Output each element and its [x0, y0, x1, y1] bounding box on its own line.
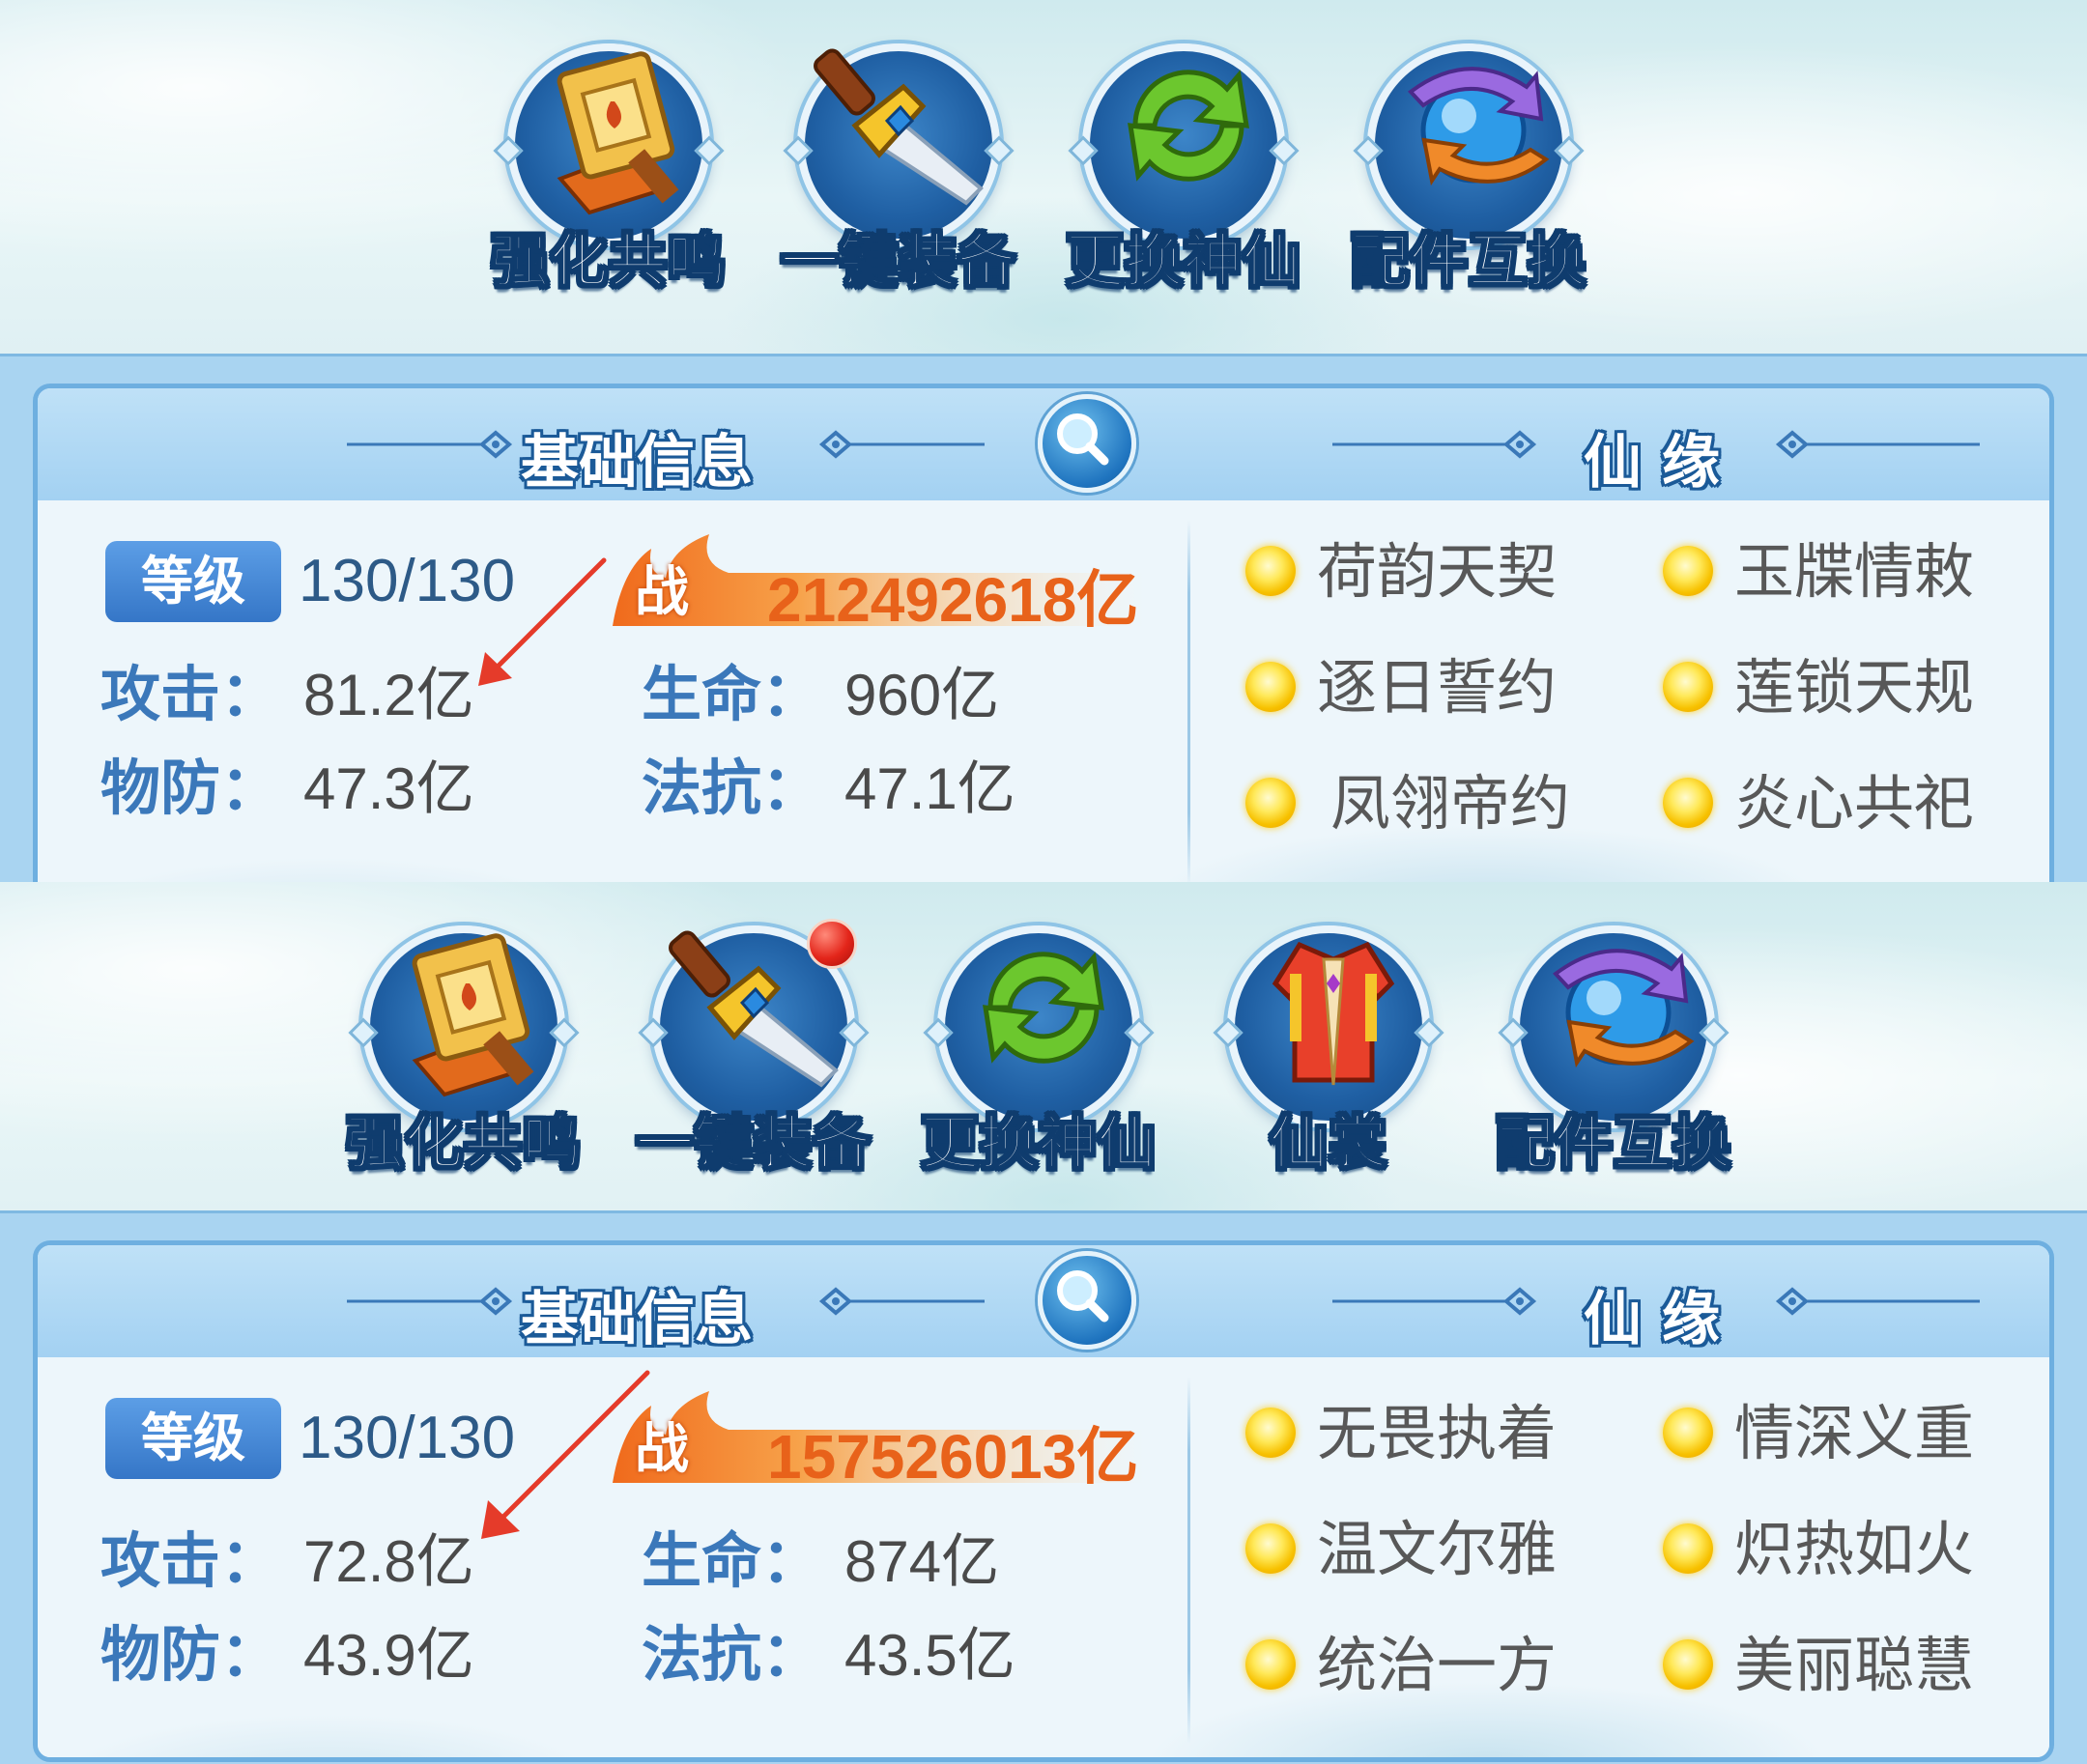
bond-item[interactable]: 玉牒情敕 — [1663, 534, 2030, 612]
combat-power: 战 157526013亿 — [608, 1386, 1149, 1493]
magic-resist-label: 法抗： — [642, 753, 822, 823]
toolbar: 强化共鸣 一键装备 更换神仙 — [0, 0, 2087, 348]
accessory-swap-button[interactable]: 配件互换 — [1483, 911, 1744, 1191]
info-panel: 基础信息 仙 缘 — [0, 1210, 2087, 1764]
left-ornament-icon — [1332, 1287, 1537, 1316]
basic-info-title: 基础信息 — [521, 429, 753, 497]
bond-item[interactable]: 荷韵天契 — [1245, 534, 1613, 612]
bond-item[interactable]: 逐日誓约 — [1245, 650, 1613, 727]
basic-info-title: 基础信息 — [521, 1286, 753, 1353]
accessory-swap-button[interactable]: 配件互换 — [1338, 29, 1599, 309]
search-icon — [1057, 1270, 1109, 1323]
search-button[interactable] — [1038, 1251, 1136, 1350]
strengthen-resonance-button[interactable]: 强化共鸣 — [478, 29, 739, 309]
bond-item[interactable]: 炎心共祀 — [1663, 766, 2030, 843]
one-click-equip-button[interactable]: 一键装备 — [623, 911, 884, 1191]
bond-orb-icon — [1245, 1639, 1296, 1690]
combat-power: 战 212492618亿 — [608, 529, 1149, 636]
physical-defense-label: 物防： — [100, 1619, 281, 1690]
bond-item[interactable]: 炽热如火 — [1663, 1512, 2030, 1589]
physical-defense-value: 43.9亿 — [303, 1623, 474, 1688]
bond-item[interactable]: 统治一方 — [1245, 1628, 1613, 1705]
info-panel: 基础信息 仙 缘 — [0, 354, 2087, 882]
bond-item[interactable]: 情深义重 — [1663, 1396, 2030, 1473]
change-immortal-button[interactable]: 更换神仙 — [1053, 29, 1314, 309]
power-value: 157526013亿 — [767, 1422, 1139, 1492]
hp-value: 960亿 — [844, 663, 1000, 727]
bond-orb-icon — [1663, 1408, 1713, 1458]
bond-orb-icon — [1663, 662, 1713, 712]
power-value: 212492618亿 — [767, 565, 1139, 635]
immortal-robe-button[interactable]: 仙裳 — [1198, 911, 1459, 1191]
magic-resist-value: 47.1亿 — [844, 756, 1015, 821]
bond-item[interactable]: 无畏执着 — [1245, 1396, 1613, 1473]
strengthen-resonance-button[interactable]: 强化共鸣 — [333, 911, 594, 1191]
immortal-bond-title: 仙 缘 — [1584, 1286, 1720, 1353]
screen-1: 强化共鸣 一键装备 更换神仙 配件互换 基础信息 仙 缘 等级 130/130 … — [0, 0, 2087, 882]
hp-value: 874亿 — [844, 1529, 1000, 1594]
bond-orb-icon — [1663, 1639, 1713, 1690]
change-immortal-button[interactable]: 更换神仙 — [908, 911, 1169, 1191]
right-ornament-icon — [1775, 430, 1980, 459]
swap-arrows-icon — [1128, 70, 1249, 182]
hp-label: 生命： — [642, 659, 822, 729]
bond-orb-icon — [1663, 778, 1713, 828]
power-label: 战 — [635, 1418, 689, 1481]
bond-orb-icon — [1663, 546, 1713, 596]
panel-header: 基础信息 仙 缘 — [38, 1245, 2049, 1360]
orb-exchange-icon — [1408, 67, 1550, 186]
attack-label: 攻击： — [100, 659, 281, 729]
magic-resist-value: 43.5亿 — [844, 1623, 1015, 1688]
sword-icon — [814, 48, 984, 206]
left-ornament-icon — [347, 430, 513, 459]
right-ornament-icon — [1775, 1287, 1980, 1316]
bond-item[interactable]: 美丽聪慧 — [1663, 1628, 2030, 1705]
notification-badge — [807, 919, 857, 969]
column-divider — [1187, 1377, 1190, 1744]
orb-exchange-icon — [1553, 949, 1695, 1068]
attack-value: 81.2亿 — [303, 663, 474, 727]
search-icon — [1057, 413, 1109, 466]
bond-orb-icon — [1245, 1408, 1296, 1458]
search-button[interactable] — [1038, 394, 1136, 493]
bond-orb-icon — [1245, 546, 1296, 596]
hp-label: 生命： — [642, 1525, 822, 1596]
swap-arrows-icon — [983, 952, 1104, 1064]
level-value: 130/130 — [299, 1405, 516, 1471]
magic-resist-label: 法抗： — [642, 1619, 822, 1690]
bond-orb-icon — [1245, 1523, 1296, 1574]
panel-body: 等级 130/130 战 157526013亿 攻击： 72.8亿 生命： 87… — [38, 1357, 2049, 1757]
power-label: 战 — [635, 561, 689, 624]
hammer-scroll-icon — [557, 51, 679, 215]
bond-item[interactable]: 温文尔雅 — [1245, 1512, 1613, 1589]
bond-orb-icon — [1245, 662, 1296, 712]
level-badge: 等级 — [105, 1398, 281, 1479]
level-value: 130/130 — [299, 548, 516, 614]
attack-value: 72.8亿 — [303, 1529, 474, 1594]
level-badge: 等级 — [105, 541, 281, 622]
bond-item[interactable]: 莲锁天规 — [1663, 650, 2030, 727]
attack-label: 攻击： — [100, 1525, 281, 1596]
physical-defense-value: 47.3亿 — [303, 756, 474, 821]
bond-orb-icon — [1245, 778, 1296, 828]
screen-2: 强化共鸣 一键装备 更换神仙 仙裳 配件互换 基础信息 仙 缘 等级 130/1… — [0, 882, 2087, 1764]
panel-header: 基础信息 仙 缘 — [38, 388, 2049, 503]
physical-defense-label: 物防： — [100, 753, 281, 823]
bond-item[interactable]: 凤翎帝约 — [1245, 766, 1613, 843]
toolbar: 强化共鸣 一键装备 更换神仙 — [0, 882, 2087, 1230]
left-ornament-icon — [347, 1287, 513, 1316]
hammer-scroll-icon — [412, 933, 534, 1097]
left-ornament-icon — [1332, 430, 1537, 459]
immortal-bond-title: 仙 缘 — [1584, 429, 1720, 497]
one-click-equip-button[interactable]: 一键装备 — [768, 29, 1029, 309]
robe-icon — [1272, 941, 1395, 1086]
bond-orb-icon — [1663, 1523, 1713, 1574]
panel-body: 等级 130/130 战 212492618亿 攻击： 81.2亿 生命： 96… — [38, 500, 2049, 882]
right-ornament-icon — [818, 430, 985, 459]
column-divider — [1187, 520, 1190, 882]
right-ornament-icon — [818, 1287, 985, 1316]
